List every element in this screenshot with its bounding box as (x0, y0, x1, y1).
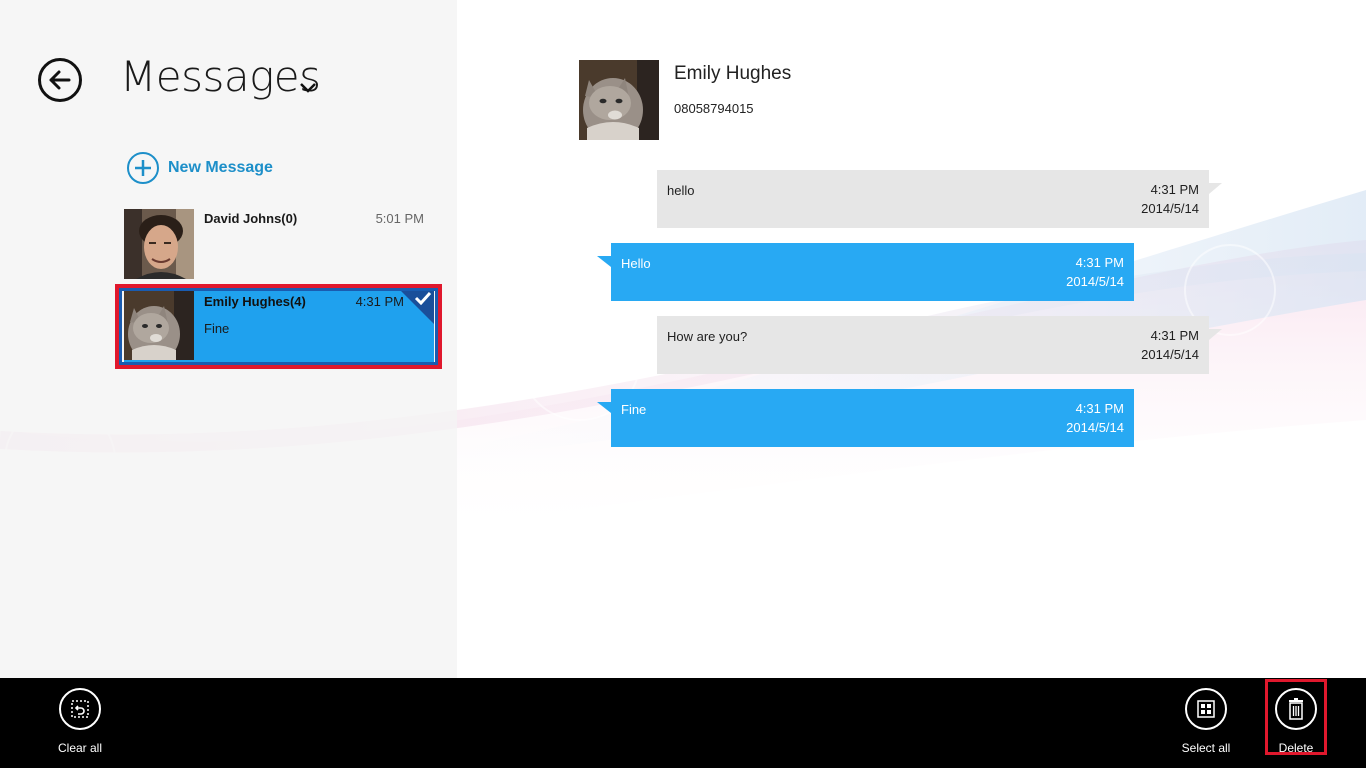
highlight-outline (115, 284, 442, 369)
select-all-icon (1185, 688, 1227, 730)
avatar (124, 209, 194, 279)
message-text: How are you? (667, 329, 748, 344)
new-message-label: New Message (168, 159, 273, 176)
contact-phone: 08058794015 (674, 101, 754, 116)
plus-icon (127, 152, 159, 184)
bubble-tail (1209, 329, 1222, 340)
bubble-tail (597, 256, 611, 267)
contact-avatar (579, 60, 659, 140)
message-time: 4:31 PM (1075, 255, 1124, 270)
message-time: 4:31 PM (1150, 328, 1199, 343)
message-date: 2014/5/14 (1066, 420, 1124, 435)
message-time: 4:31 PM (1075, 401, 1124, 416)
page-title[interactable]: Messages (120, 52, 321, 101)
clear-all-button[interactable]: Clear all (40, 688, 120, 755)
message-bubble-outgoing[interactable]: Hello 4:31 PM 2014/5/14 (597, 243, 1134, 301)
message-bubble-incoming[interactable]: hello 4:31 PM 2014/5/14 (657, 170, 1222, 228)
message-bubble-outgoing[interactable]: Fine 4:31 PM 2014/5/14 (597, 389, 1134, 447)
select-all-label: Select all (1181, 741, 1231, 755)
delete-highlight-outline (1265, 679, 1327, 755)
message-text: Hello (621, 256, 651, 271)
message-text: Fine (621, 402, 647, 417)
bottom-app-bar: Clear all Select all Delete (0, 678, 1366, 768)
message-time: 4:31 PM (1150, 182, 1199, 197)
message-text: hello (667, 183, 695, 198)
conversation-item-david-johns[interactable]: David Johns(0) 5:01 PM (124, 209, 434, 279)
message-date: 2014/5/14 (1066, 274, 1124, 289)
bubble-tail (597, 402, 611, 413)
clear-all-icon (59, 688, 101, 730)
new-message-button[interactable]: New Message (127, 152, 273, 184)
back-arrow-icon (49, 70, 71, 90)
message-bubble-incoming[interactable]: How are you? 4:31 PM 2014/5/14 (657, 316, 1222, 374)
contact-name: Emily Hughes (674, 63, 792, 84)
conversation-list-panel: Messages New Message David Johns(0) 5:01… (0, 0, 457, 678)
chevron-down-icon[interactable] (298, 80, 318, 94)
back-button[interactable] (38, 58, 82, 102)
select-all-button[interactable]: Select all (1166, 688, 1246, 755)
message-date: 2014/5/14 (1141, 201, 1199, 216)
message-date: 2014/5/14 (1141, 347, 1199, 362)
conversation-name: David Johns(0) (204, 211, 298, 226)
messages-app: Messages New Message David Johns(0) 5:01… (0, 0, 1366, 768)
conversation-time: 5:01 PM (375, 211, 424, 226)
bubble-tail (1209, 183, 1222, 194)
clear-all-label: Clear all (57, 741, 102, 755)
